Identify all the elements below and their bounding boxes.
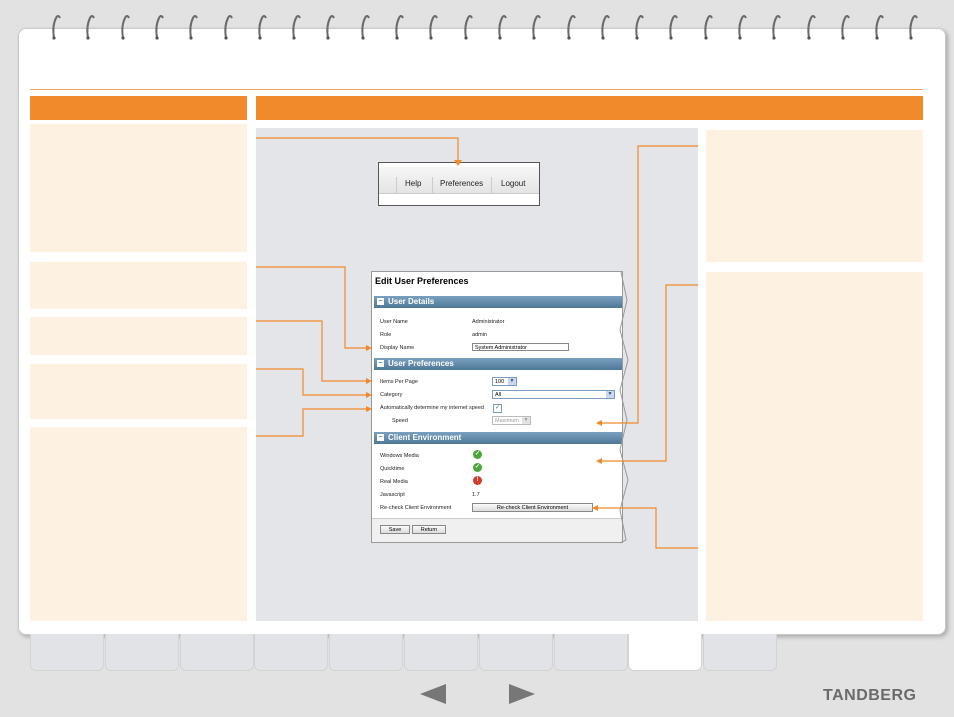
bottom-tab[interactable] [404,634,478,671]
tandberg-logo: TANDBERG [823,687,917,704]
callout-overlay [256,137,698,549]
bottom-tab[interactable] [30,634,104,671]
arrowhead-icon [596,420,602,426]
bottom-tab[interactable] [104,634,179,671]
bottom-tab[interactable] [254,634,329,671]
bottom-tab[interactable] [329,634,404,671]
arrowhead-icon [592,505,598,511]
callout-lines [256,137,698,549]
callout-recheck [594,507,698,549]
callout-auto-speed [256,408,370,437]
callout-category [256,368,370,396]
next-page-arrow-icon[interactable] [509,684,535,704]
arrowhead-icon [596,458,602,464]
bottom-tab[interactable] [179,634,254,671]
torn-edge [619,271,629,544]
arrowhead-icon [366,378,372,384]
arrowhead-icon [454,160,462,166]
arrowhead-icon [366,392,372,398]
callout-client-env [598,284,698,462]
callout-display-name [256,266,370,349]
arrowhead-icon [366,406,372,412]
arrowheads [366,160,602,511]
callout-menu [256,137,459,160]
previous-page-arrow-icon[interactable] [420,684,446,704]
bottom-tab[interactable] [553,634,628,671]
bottom-tab[interactable] [478,634,553,671]
arrowhead-icon [366,345,372,351]
bottom-tab[interactable] [703,634,778,671]
callout-items-per-page [256,320,370,382]
bottom-tab[interactable] [628,634,703,671]
